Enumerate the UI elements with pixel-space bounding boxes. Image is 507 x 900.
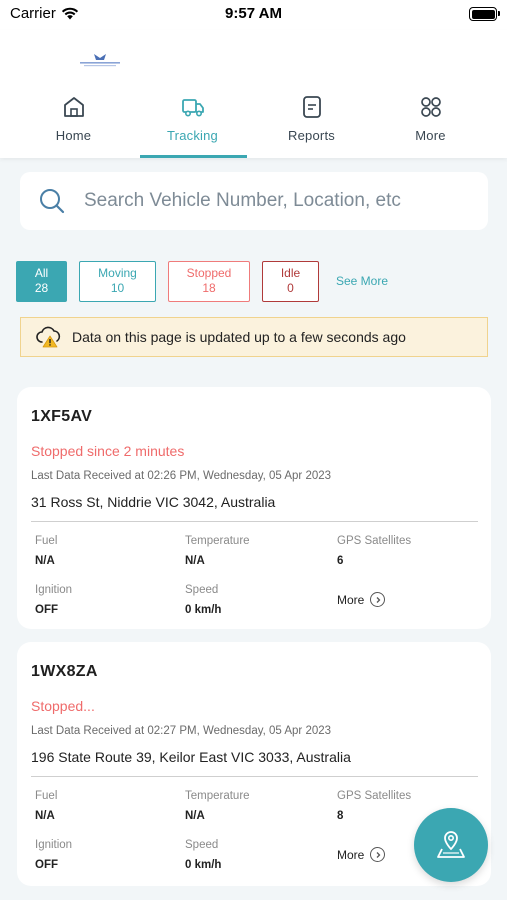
ignition-value: OFF [35,859,58,871]
report-icon [302,96,321,118]
tab-tracking-label: Tracking [167,128,218,143]
active-tab-indicator [140,155,247,158]
tab-more[interactable]: More [371,90,490,158]
battery-icon [469,7,500,21]
filter-all[interactable]: All 28 [16,260,67,302]
gps-satellites-value: 6 [337,555,344,567]
fuel-value: N/A [35,555,55,567]
vehicle-address: 31 Ross St, Niddrie VIC 3042, Australia [31,494,276,510]
update-notice: Data on this page is updated up to a few… [20,317,488,357]
chevron-right-icon [370,847,386,862]
cloud-warning-icon [36,326,61,348]
search-icon [40,189,65,214]
filter-stopped-label: Stopped [186,266,232,280]
filter-moving[interactable]: Moving 10 [79,260,156,302]
fuel-label: Fuel [35,790,58,802]
ignition-label: Ignition [35,839,73,851]
vehicle-plate: 1WX8ZA [31,663,98,680]
search-input[interactable] [84,190,444,212]
divider [31,521,478,522]
vehicle-plate: 1XF5AV [31,408,93,425]
speed-label: Speed [185,584,219,596]
clock: 9:57 AM [225,5,282,22]
tab-bar: Home Tracking Reports More [0,90,507,158]
tab-more-label: More [415,128,446,143]
temperature-value: N/A [185,810,205,822]
speed-value: 0 km/h [185,604,222,616]
temperature-label: Temperature [185,790,250,802]
more-label: More [337,847,365,862]
status-filters: All 28 Moving 10 Stopped 18 Idle 0 See M… [16,260,388,302]
temperature-label: Temperature [185,535,250,547]
last-data-received: Last Data Received at 02:27 PM, Wednesda… [31,725,332,737]
tab-reports[interactable]: Reports [252,90,371,158]
tab-home-label: Home [55,128,92,143]
company-logo [80,54,120,67]
grid-icon [420,97,441,117]
filter-all-label: All [34,266,49,280]
filter-all-count: 28 [34,281,49,295]
filter-idle-label: Idle [280,266,301,280]
vehicle-status: Stopped... [31,698,95,714]
filter-stopped[interactable]: Stopped 18 [168,260,250,302]
home-icon [63,97,84,117]
vehicle-address: 196 State Route 39, Keilor East VIC 3033… [31,749,351,765]
speed-value: 0 km/h [185,859,222,871]
more-button[interactable]: More [337,592,386,607]
search-bar[interactable] [20,172,488,230]
filter-idle-count: 0 [287,281,294,295]
ignition-label: Ignition [35,584,73,596]
last-data-received: Last Data Received at 02:26 PM, Wednesda… [31,470,332,482]
fuel-label: Fuel [35,535,58,547]
filter-moving-label: Moving [98,266,137,280]
gps-satellites-label: GPS Satellites [337,535,412,547]
vehicle-status: Stopped since 2 minutes [31,443,185,459]
tab-home[interactable]: Home [14,90,133,158]
speed-label: Speed [185,839,219,851]
see-more-link[interactable]: See More [336,274,388,288]
tab-tracking[interactable]: Tracking [133,90,252,158]
more-label: More [337,592,365,607]
map-view-button[interactable] [414,808,488,882]
divider [31,776,478,777]
filter-stopped-count: 18 [202,281,216,295]
more-button[interactable]: More [337,847,386,862]
fuel-value: N/A [35,810,55,822]
vehicle-card[interactable]: 1XF5AV Stopped since 2 minutes Last Data… [17,387,491,629]
filter-idle[interactable]: Idle 0 [262,260,319,302]
gps-satellites-label: GPS Satellites [337,790,412,802]
status-bar: Carrier 9:57 AM [0,0,507,30]
tab-reports-label: Reports [288,128,335,143]
filter-moving-count: 10 [110,281,125,295]
chevron-right-icon [370,592,386,607]
notice-text: Data on this page is updated up to a few… [72,329,406,345]
temperature-value: N/A [185,555,205,567]
truck-icon [181,99,204,117]
ignition-value: OFF [35,604,58,616]
gps-satellites-value: 8 [337,810,344,822]
map-pin-icon [437,831,465,858]
top-nav: Home Tracking Reports More [0,30,507,158]
